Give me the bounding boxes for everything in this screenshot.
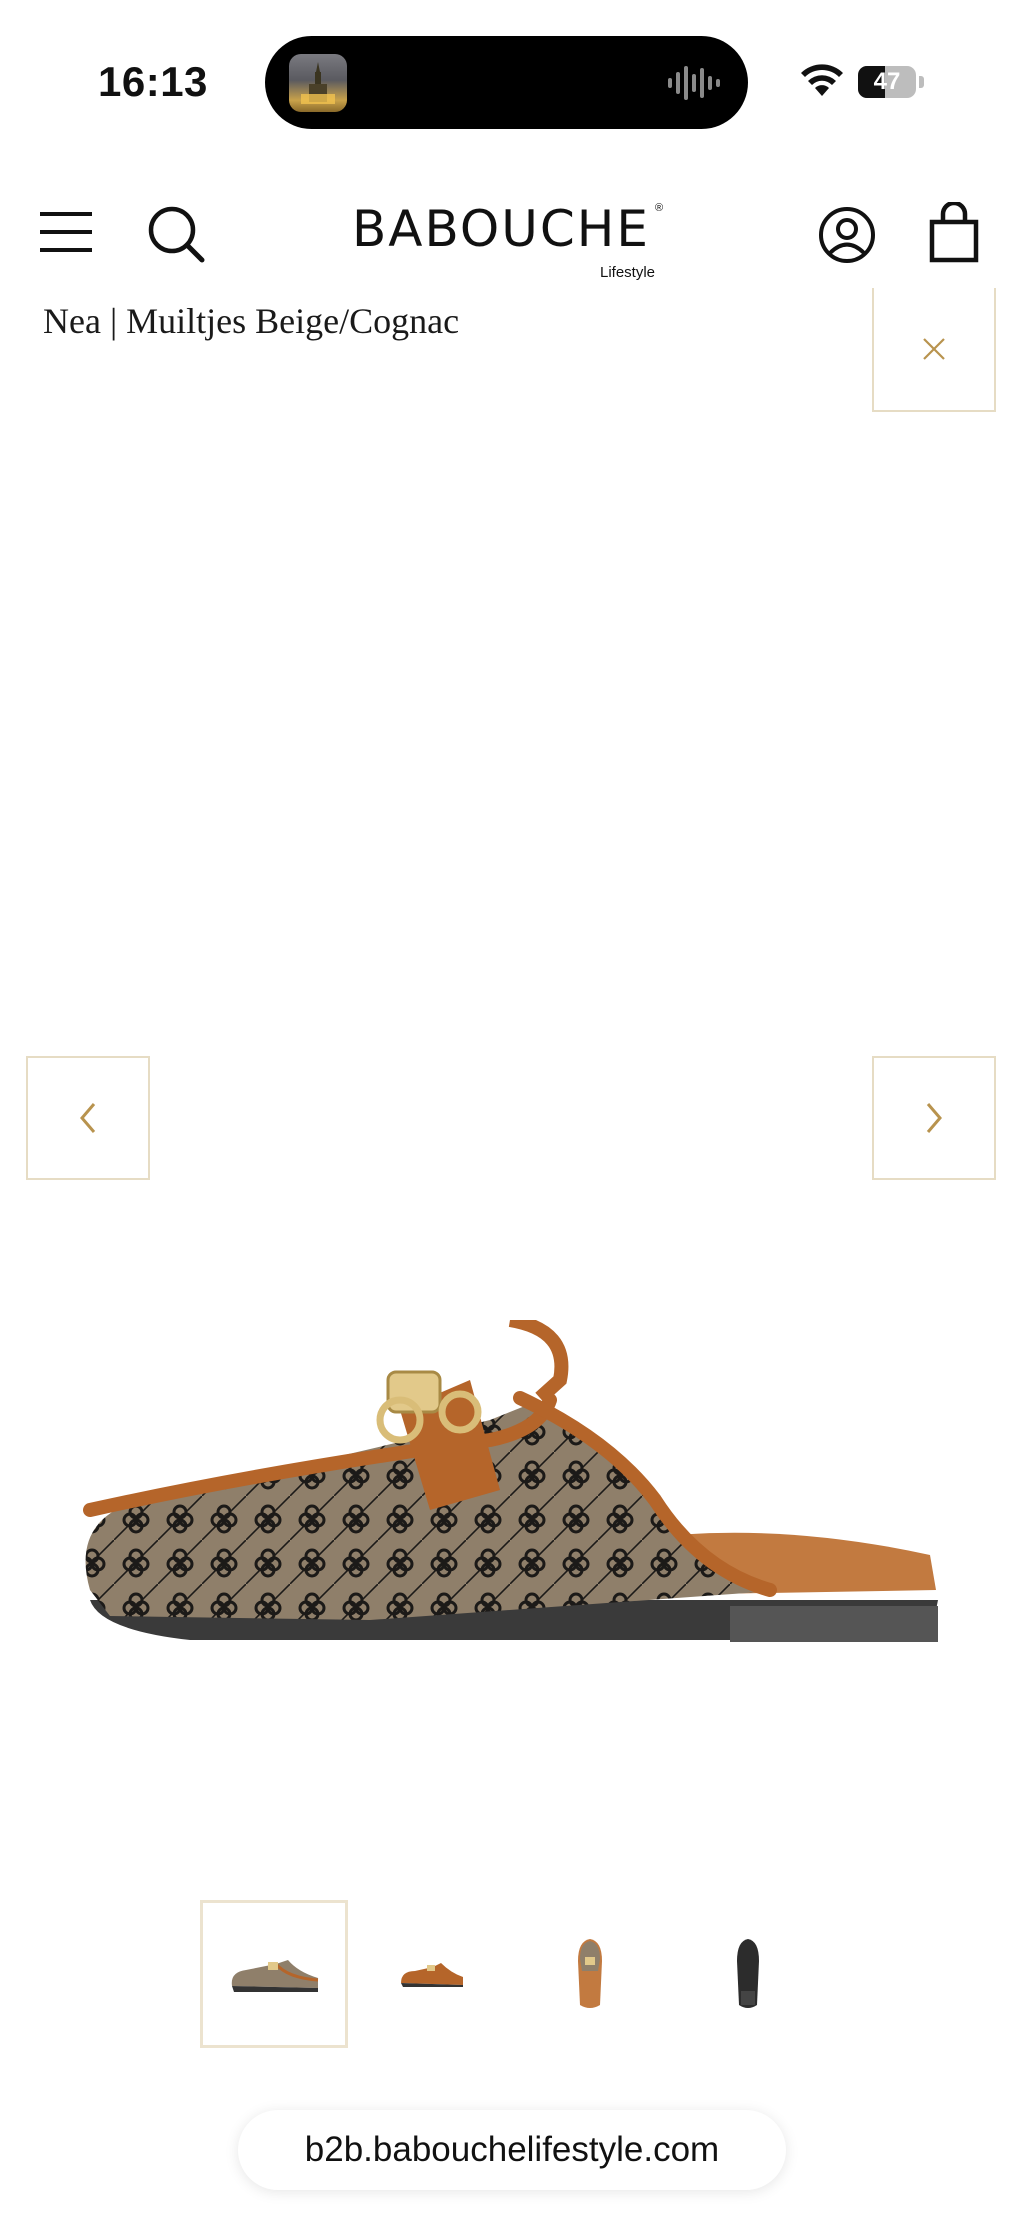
product-thumbnail-3[interactable] — [516, 1900, 664, 2048]
close-button[interactable] — [872, 288, 996, 412]
battery-cap — [919, 76, 924, 88]
product-thumbnail-2[interactable] — [358, 1900, 506, 2048]
audio-waveform-icon — [668, 66, 720, 100]
status-time: 16:13 — [98, 58, 208, 105]
logo-text: BABOUCHE — [352, 200, 650, 258]
battery-indicator: 47 — [858, 66, 916, 98]
status-bar: 16:13 47 — [0, 0, 1024, 160]
site-header: BABOUCHE ® Lifestyle — [0, 180, 1024, 290]
browser-url-bar[interactable]: b2b.babouchelifestyle.com — [238, 2110, 786, 2190]
now-playing-artwork — [289, 54, 347, 112]
dynamic-island[interactable] — [265, 36, 748, 129]
previous-image-button[interactable] — [26, 1056, 150, 1180]
product-title: Nea | Muiltjes Beige/Cognac — [43, 301, 460, 341]
chevron-left-icon — [80, 1103, 96, 1133]
brand-logo[interactable]: BABOUCHE ® Lifestyle — [352, 200, 672, 281]
account-icon[interactable] — [818, 206, 876, 264]
thumbnail-side-view — [231, 1960, 319, 1992]
chevron-right-icon — [926, 1103, 942, 1133]
search-icon[interactable] — [146, 204, 206, 264]
product-thumbnail-4[interactable] — [674, 1900, 822, 2048]
menu-icon[interactable] — [40, 210, 94, 254]
logo-subtext: Lifestyle — [600, 264, 656, 281]
next-image-button[interactable] — [872, 1056, 996, 1180]
thumbnail-top-view — [578, 1939, 602, 2008]
logo-registered-mark: ® — [655, 202, 664, 214]
close-icon — [923, 338, 945, 360]
battery-level: 47 — [873, 68, 901, 95]
thumbnail-sole-view — [737, 1939, 759, 2008]
bag-icon[interactable] — [928, 202, 980, 264]
thumbnail-side-view-alt — [401, 1963, 463, 1987]
product-image — [83, 1320, 938, 1642]
product-thumbnail-1[interactable] — [200, 1900, 348, 2048]
wifi-icon — [801, 64, 843, 96]
